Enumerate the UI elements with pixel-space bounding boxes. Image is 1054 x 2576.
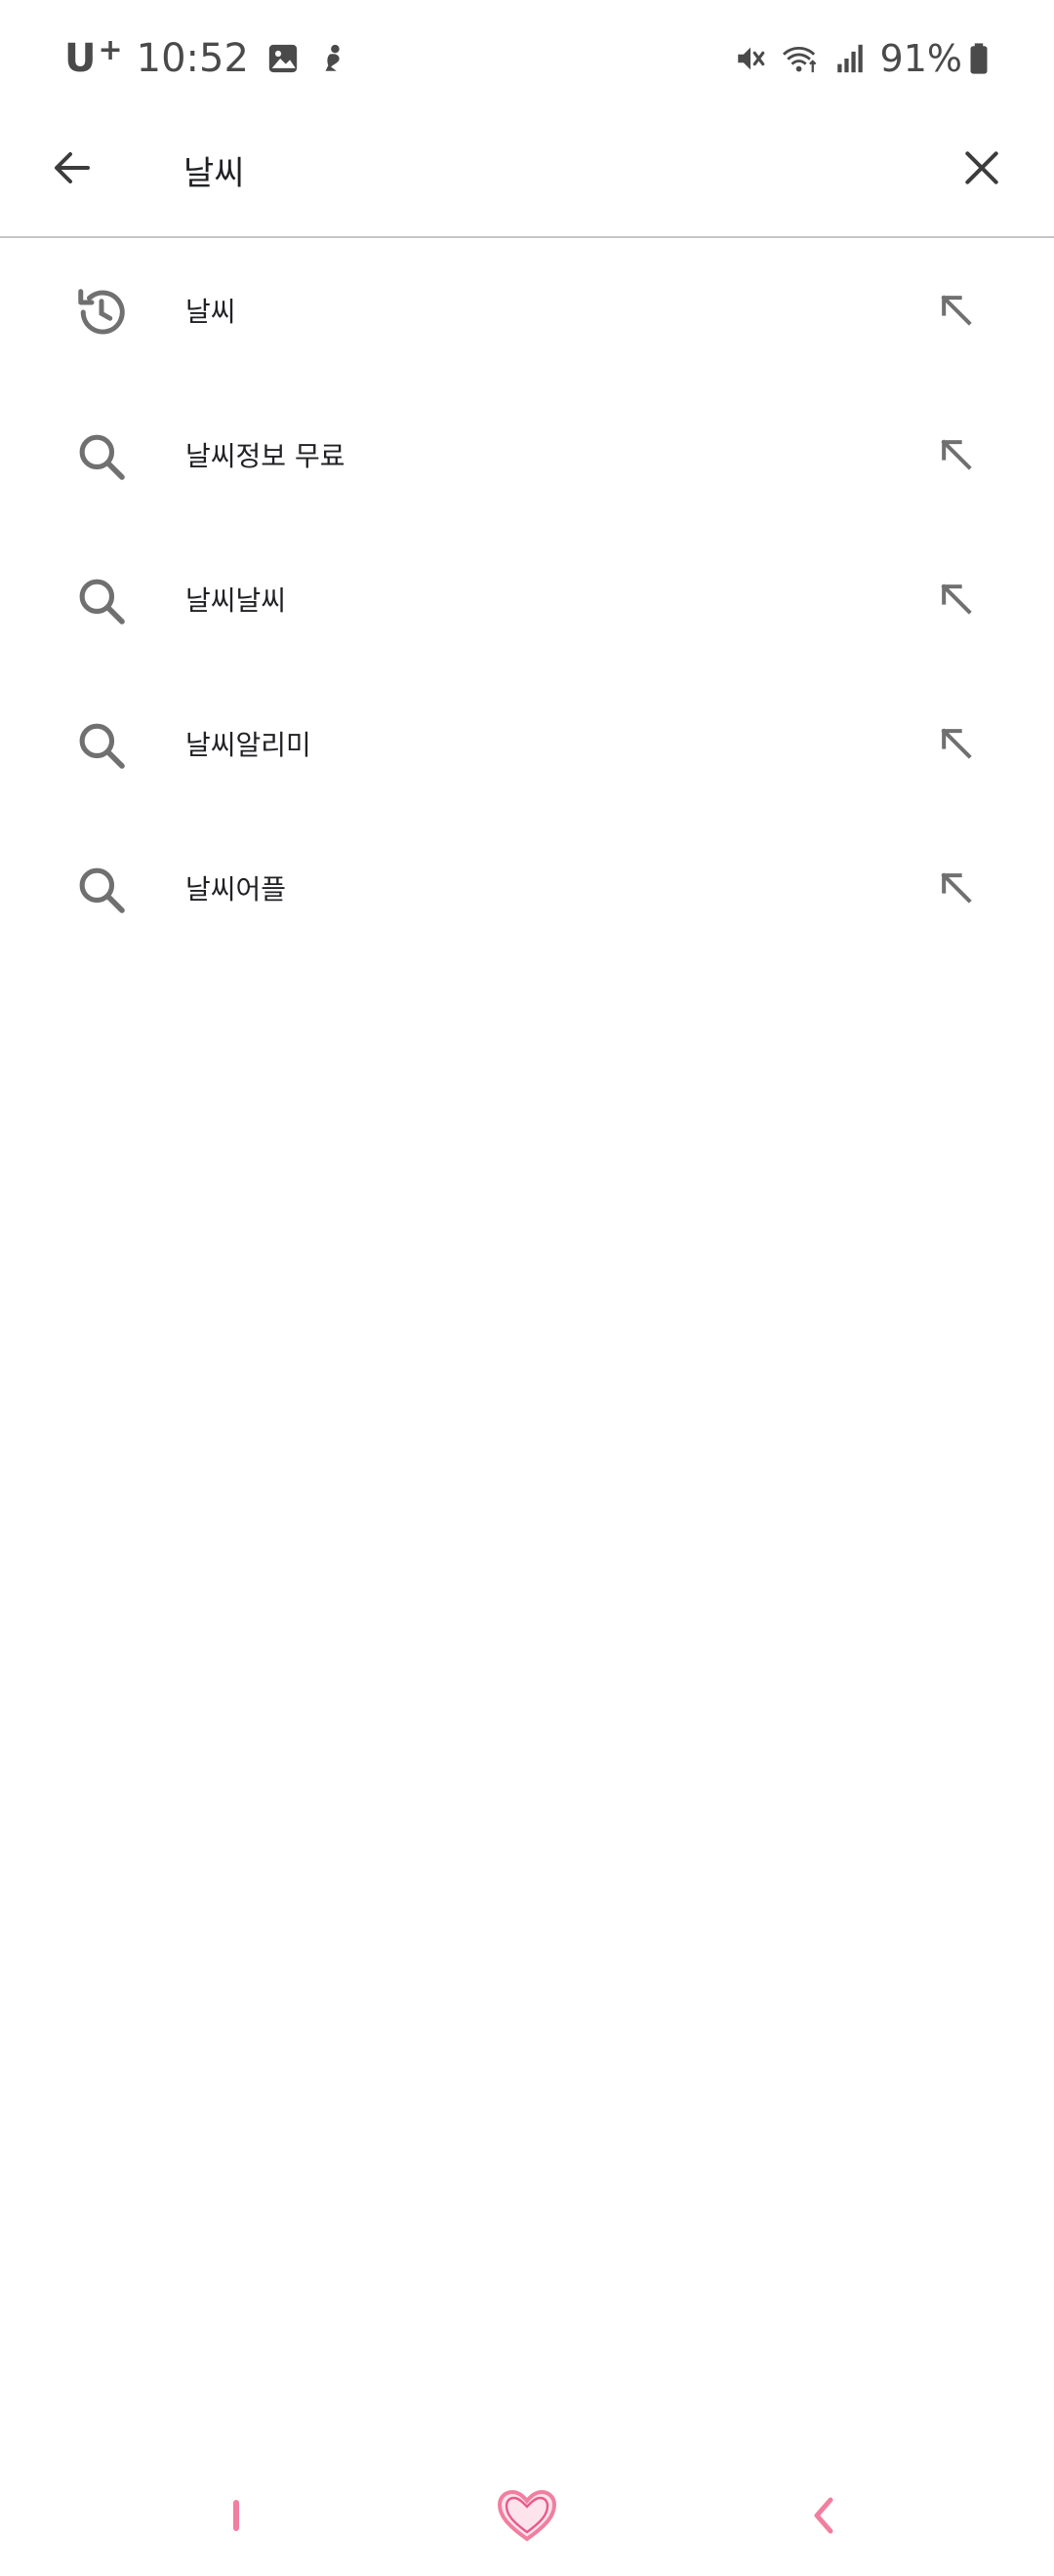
signal-icon bbox=[833, 42, 867, 75]
suggestion-list: 날씨 날씨정보 무료 날씨날씨 날씨알리미 날씨어플 bbox=[0, 240, 1054, 962]
home-heart-icon bbox=[495, 2486, 559, 2549]
status-bar-left: U + 10:52 bbox=[64, 29, 350, 88]
suggestion-item[interactable]: 날씨정보 무료 bbox=[0, 384, 1054, 529]
navigation-bar bbox=[0, 2459, 1054, 2576]
suggestion-item[interactable]: 날씨 bbox=[0, 240, 1054, 384]
arrow-up-left-icon bbox=[935, 578, 978, 624]
search-icon bbox=[68, 712, 135, 779]
back-chevron-icon bbox=[809, 2494, 838, 2541]
suggestion-item[interactable]: 날씨날씨 bbox=[0, 529, 1054, 673]
arrow-left-icon bbox=[49, 144, 96, 195]
battery-percent: 91% bbox=[879, 37, 962, 80]
arrow-up-left-icon bbox=[935, 866, 978, 913]
home-button[interactable] bbox=[478, 2478, 576, 2556]
fill-query-button[interactable] bbox=[923, 712, 990, 779]
wifi-icon bbox=[781, 42, 820, 75]
history-icon bbox=[68, 279, 135, 345]
search-icon bbox=[68, 568, 135, 634]
search-icon bbox=[68, 857, 135, 923]
suggestion-text: 날씨 bbox=[185, 296, 236, 328]
arrow-up-left-icon bbox=[935, 289, 978, 336]
suggestion-text: 날씨알리미 bbox=[185, 729, 311, 761]
recents-button[interactable] bbox=[187, 2478, 285, 2556]
suggestion-text: 날씨정보 무료 bbox=[185, 440, 345, 472]
carrier-name: U bbox=[64, 36, 97, 81]
search-input[interactable] bbox=[183, 135, 925, 205]
recents-icon bbox=[230, 2496, 242, 2539]
carrier-plus: + bbox=[98, 33, 123, 67]
suggestion-text: 날씨어플 bbox=[185, 873, 287, 906]
gallery-icon bbox=[266, 42, 300, 75]
suggestion-text: 날씨날씨 bbox=[185, 584, 287, 617]
clock: 10:52 bbox=[136, 36, 249, 81]
carrier-label: U + bbox=[64, 33, 123, 82]
search-icon bbox=[68, 423, 135, 490]
mermaid-icon bbox=[317, 42, 350, 75]
battery-icon bbox=[968, 42, 990, 75]
suggestion-item[interactable]: 날씨알리미 bbox=[0, 673, 1054, 818]
status-bar: U + 10:52 91% bbox=[0, 0, 1054, 115]
back-nav-button[interactable] bbox=[775, 2478, 872, 2556]
clear-button[interactable] bbox=[947, 135, 1017, 205]
fill-query-button[interactable] bbox=[923, 568, 990, 634]
fill-query-button[interactable] bbox=[923, 279, 990, 345]
fill-query-button[interactable] bbox=[923, 857, 990, 923]
close-icon bbox=[960, 146, 1003, 193]
search-bar bbox=[0, 115, 1054, 238]
back-button[interactable] bbox=[37, 135, 107, 205]
arrow-up-left-icon bbox=[935, 722, 978, 769]
fill-query-button[interactable] bbox=[923, 423, 990, 490]
mute-icon bbox=[734, 42, 767, 75]
arrow-up-left-icon bbox=[935, 433, 978, 480]
status-bar-right: 91% bbox=[720, 29, 990, 88]
suggestion-item[interactable]: 날씨어플 bbox=[0, 818, 1054, 962]
